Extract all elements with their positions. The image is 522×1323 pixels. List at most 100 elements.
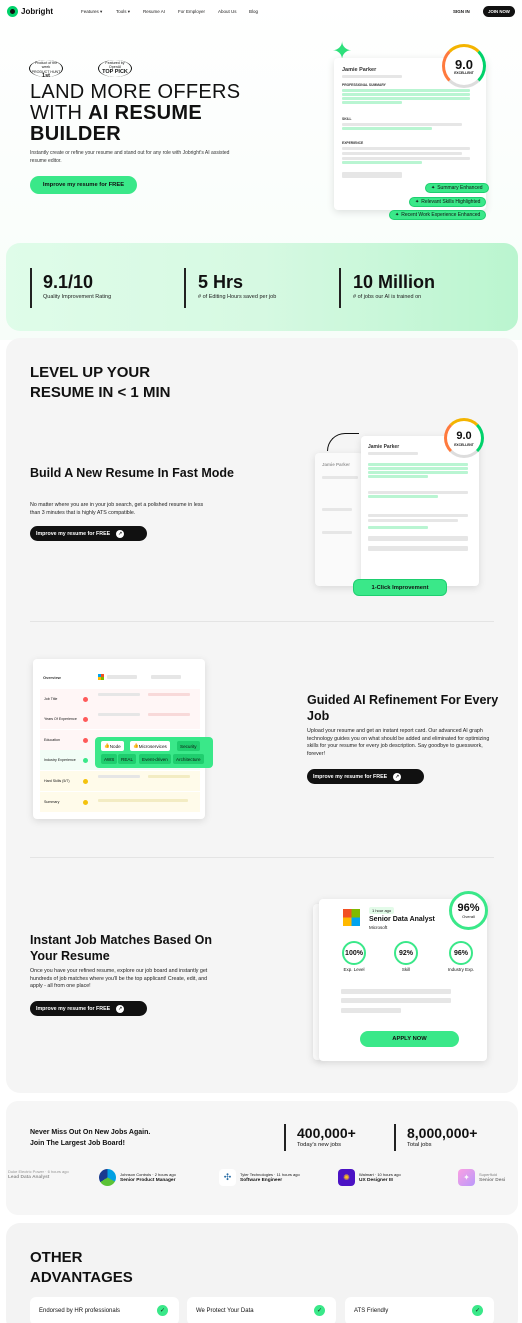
nav-resume-ai[interactable]: Resume AI: [143, 9, 165, 14]
feature-2-cta-button[interactable]: Improve my resume for FREE ↗: [307, 769, 424, 784]
advantage-card: We Protect Your Data ✓: [187, 1297, 336, 1323]
skill-tag: Security: [177, 741, 200, 751]
report-row: Job Title: [40, 689, 200, 709]
resume-before-card: Jamie Parker: [315, 453, 363, 586]
check-icon: ✓: [157, 1305, 168, 1316]
status-dot: [83, 717, 88, 722]
hero-subtitle: Instantly create or refine your resume a…: [30, 150, 230, 164]
feature-3-desc: Once you have your refined resume, explo…: [30, 968, 208, 989]
stat-value: 5 Hrs: [198, 272, 244, 292]
nav-features[interactable]: Features ▾: [81, 9, 102, 15]
arrow-icon: ↗: [393, 772, 402, 781]
status-dot: [83, 697, 88, 702]
match-label: Industry Exp.: [447, 967, 475, 972]
job-ticker-item[interactable]: ✺ Walmart · 10 hours ago UX Designer III: [338, 1169, 401, 1186]
status-dot: [83, 758, 88, 763]
microsoft-logo-icon: [343, 909, 360, 926]
job-title: Senior Data Analyst: [369, 916, 435, 923]
logo-icon: [7, 6, 18, 17]
report-row: Hard Skills (5/7): [40, 771, 200, 791]
total-jobs-label: Total jobs: [407, 1142, 432, 1148]
walmart-logo-icon: ✺: [338, 1169, 355, 1186]
stat-value: 9.1/10: [43, 272, 94, 292]
posted-time: 1 hour ago: [369, 907, 395, 914]
divider: [30, 621, 494, 622]
job-ticker-item[interactable]: Johnson Controls · 2 hours ago Senior Pro…: [99, 1169, 176, 1186]
award-openai: Featured by OpenAI TOP PICK: [102, 61, 128, 75]
match-label: Exp. Level: [343, 967, 365, 972]
superfluid-logo-icon: ✦: [458, 1169, 475, 1186]
features-heading: LEVEL UP YOUR RESUME IN < 1 MIN: [30, 364, 171, 401]
award-product-hunt: Product of the week PRODUCT HUNT 1st: [31, 61, 61, 80]
stat-divider: [30, 268, 32, 308]
sign-in-button[interactable]: SIGN IN: [453, 9, 470, 14]
sparkle-icon: ✦: [395, 212, 400, 218]
join-now-button[interactable]: JOIN NOW: [483, 6, 515, 17]
skill-tag: REAL: [118, 754, 137, 764]
advantages-heading: OTHER ADVANTAGES: [30, 1249, 133, 1286]
tyler-technologies-logo-icon: ✣: [219, 1169, 236, 1186]
microsoft-logo-icon: [98, 674, 104, 680]
nav-about-us[interactable]: About Us: [218, 9, 237, 14]
hero-cta-button[interactable]: Improve my resume for FREE: [30, 176, 137, 194]
match-ring: 92%: [394, 941, 418, 965]
status-dot: [83, 738, 88, 743]
stat-divider: [284, 1124, 286, 1151]
sparkle-icon: ✦: [431, 185, 436, 191]
match-label: Skill: [401, 967, 411, 972]
section-experience: EXPERIENCE: [342, 141, 364, 145]
johnson-controls-logo-icon: [99, 1169, 116, 1186]
sparkle-icon: ✦: [415, 199, 420, 205]
stat-label: # of jobs our AI is trained on: [353, 294, 422, 300]
section-skill: SKILL: [342, 117, 352, 121]
one-click-improvement-badge: 1-Click Improvement: [353, 579, 447, 596]
match-ring: 96%: [449, 941, 473, 965]
job-ticker-item[interactable]: ✦ Superfluid Senior Desi: [458, 1169, 505, 1186]
report-row: Summary: [40, 792, 200, 812]
feature-2-title: Guided AI Refinement For Every Job: [307, 693, 499, 723]
advantage-card: ATS Friendly ✓: [345, 1297, 494, 1323]
feature-1-title: Build A New Resume In Fast Mode: [30, 466, 234, 480]
feature-1-score-gauge: 9.0 EXCELLENT: [444, 418, 484, 458]
today-jobs-count: 400,000+: [297, 1125, 356, 1141]
match-ring: 100%: [342, 941, 366, 965]
feature-3-cta-button[interactable]: Improve my resume for FREE ↗: [30, 1001, 147, 1016]
total-jobs-count: 8,000,000+: [407, 1125, 478, 1141]
skill-tag: AWS: [101, 754, 118, 764]
divider: [30, 857, 494, 858]
status-dot: [83, 800, 88, 805]
arrow-icon: ↗: [116, 529, 125, 538]
chip-experience-enhanced: ✦ Recent Work Experience Enhanced: [389, 210, 487, 220]
brand-logo[interactable]: Jobright: [7, 6, 53, 17]
today-jobs-label: Today's new jobs: [297, 1142, 341, 1148]
stat-divider: [339, 268, 341, 308]
nav-for-employer[interactable]: For Employer: [178, 9, 205, 14]
feature-3-title: Instant Job Matches Based On Your Resume: [30, 933, 212, 963]
feature-1-desc: No matter where you are in your job sear…: [30, 502, 204, 516]
skill-tag: 👍 Node: [101, 741, 124, 751]
resume-name: Jamie Parker: [342, 67, 377, 73]
chip-summary-enhanced: ✦ Summary Enhanced: [425, 183, 489, 193]
nav-tools[interactable]: Tools ▾: [116, 9, 130, 15]
stat-value: 10 Million: [353, 272, 436, 292]
apply-now-button[interactable]: APPLY NOW: [360, 1031, 459, 1047]
status-dot: [83, 779, 88, 784]
stat-divider: [184, 268, 186, 308]
overall-match-ring: 96% Overall: [449, 891, 488, 930]
jobs-heading: Never Miss Out On New Jobs Again. Join T…: [30, 1129, 151, 1147]
job-ticker-item[interactable]: ✣ Tyler Technologies · 11 hours ago Softw…: [219, 1169, 300, 1186]
resume-after-card: Jamie Parker: [361, 436, 479, 586]
feature-1-cta-button[interactable]: Improve my resume for FREE ↗: [30, 526, 147, 541]
check-icon: ✓: [314, 1305, 325, 1316]
report-row: Years Of Experience: [40, 709, 200, 729]
stat-label: Quality Improvement Rating: [43, 294, 112, 300]
feature-2-desc: Upload your resume and get an instant re…: [307, 728, 490, 757]
stat-divider: [394, 1124, 396, 1151]
check-icon: ✓: [472, 1305, 483, 1316]
hero-score-gauge: 9.0 EXCELLENT: [442, 44, 486, 88]
chip-skills-highlighted: ✦ Relevant Skills Highlighted: [409, 197, 487, 207]
job-ticker-item[interactable]: Duke Electric Power · 6 hours ago Lead Da…: [8, 1169, 69, 1181]
hero-title: LAND MORE OFFERS WITH AI RESUME BUILDER: [30, 81, 241, 145]
nav-blog[interactable]: Blog: [249, 9, 258, 14]
advantage-card: Endorsed by HR professionals ✓: [30, 1297, 179, 1323]
